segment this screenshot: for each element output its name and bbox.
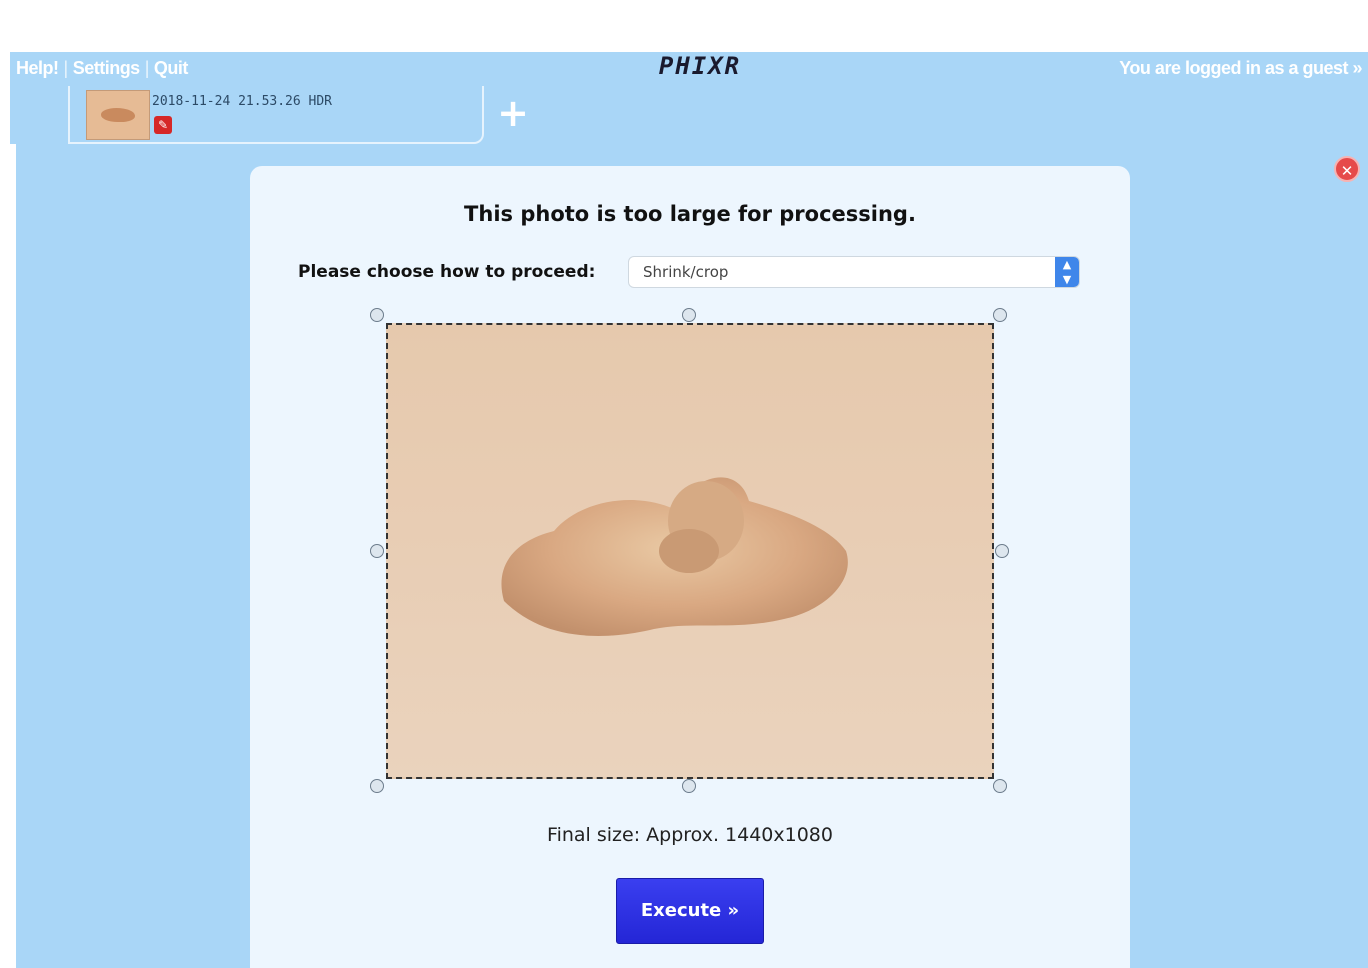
close-icon[interactable]: ✕ bbox=[1334, 156, 1360, 182]
crop-handle-top-center[interactable] bbox=[682, 308, 696, 322]
link-separator: | bbox=[63, 58, 69, 78]
photo-tab[interactable]: 2018-11-24 21.53.26 HDR ✎ bbox=[68, 86, 484, 144]
photo-tab-title: 2018-11-24 21.53.26 HDR bbox=[152, 94, 333, 109]
crop-handle-middle-left[interactable] bbox=[370, 544, 384, 558]
crop-preview[interactable] bbox=[386, 323, 994, 779]
crop-handle-bottom-right[interactable] bbox=[993, 779, 1007, 793]
login-status-link[interactable]: You are logged in as a guest » bbox=[1119, 58, 1362, 79]
proceed-select[interactable]: Shrink/crop ▲ ▼ bbox=[628, 256, 1080, 288]
top-links: Help! | Settings | Quit bbox=[16, 58, 188, 79]
photo-thumbnail bbox=[86, 90, 150, 140]
top-bar: Help! | Settings | Quit PHIXR You are logged… bbox=[10, 52, 1368, 86]
add-tab-button[interactable]: + bbox=[496, 94, 530, 132]
choose-label: Please choose how to proceed: bbox=[298, 262, 596, 282]
link-separator: | bbox=[144, 58, 150, 78]
proceed-select-value: Shrink/crop bbox=[643, 263, 729, 281]
settings-link[interactable]: Settings bbox=[73, 58, 141, 78]
tab-bar: 2018-11-24 21.53.26 HDR ✎ + bbox=[10, 86, 1368, 144]
photo-image bbox=[501, 477, 848, 636]
crop-handle-top-right[interactable] bbox=[993, 308, 1007, 322]
crop-handle-bottom-left[interactable] bbox=[370, 779, 384, 793]
dialog-title: This photo is too large for processing. bbox=[464, 202, 916, 226]
final-size-text: Final size: Approx. 1440x1080 bbox=[547, 824, 833, 846]
select-arrows-icon: ▲ ▼ bbox=[1055, 257, 1079, 287]
quit-link[interactable]: Quit bbox=[154, 58, 189, 78]
crop-handle-bottom-center[interactable] bbox=[682, 779, 696, 793]
warning-icon: ✎ bbox=[154, 116, 172, 134]
crop-handle-top-left[interactable] bbox=[370, 308, 384, 322]
crop-handle-middle-right[interactable] bbox=[995, 544, 1009, 558]
execute-button[interactable]: Execute » bbox=[616, 878, 764, 944]
help-link[interactable]: Help! bbox=[16, 58, 59, 78]
app-logo: PHIXR bbox=[658, 52, 742, 80]
